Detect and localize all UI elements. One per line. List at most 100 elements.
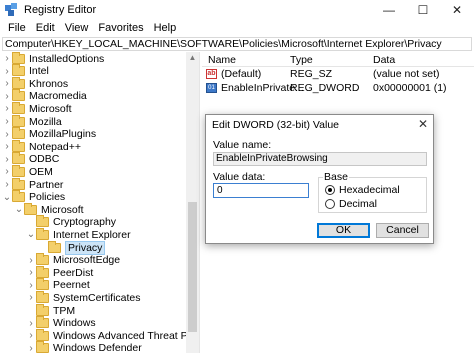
value-type: REG_SZ: [290, 68, 333, 80]
tree-item[interactable]: › InstalledOptions: [2, 52, 104, 65]
base-group: Base Hexadecimal Decimal: [318, 171, 427, 213]
tree-item[interactable]: › Windows: [26, 316, 96, 330]
chevron-down-icon[interactable]: ⌄: [2, 192, 12, 203]
tree-item[interactable]: › Windows Advanced Threat Protection: [26, 328, 199, 342]
hexadecimal-radio[interactable]: [325, 185, 335, 195]
tree-item[interactable]: › Intel: [2, 64, 49, 78]
tree-item[interactable]: › SystemCertificates: [26, 290, 141, 304]
folder-icon: [36, 341, 49, 353]
tree-item[interactable]: › ODBC: [2, 152, 60, 166]
chevron-right-icon[interactable]: ›: [2, 66, 12, 77]
chevron-right-icon[interactable]: ›: [2, 154, 12, 165]
maximize-button[interactable]: ☐: [406, 0, 440, 20]
tree-item[interactable]: TPM: [26, 303, 75, 317]
chevron-right-icon[interactable]: ›: [26, 267, 36, 278]
title-bar: Registry Editor — ☐ ✕: [0, 0, 474, 20]
column-type[interactable]: Type: [290, 54, 313, 66]
tree-item[interactable]: › Microsoft: [2, 101, 72, 115]
chevron-right-icon[interactable]: ›: [26, 280, 36, 291]
menu-view[interactable]: View: [60, 22, 94, 34]
tree-item[interactable]: › OEM: [2, 164, 53, 178]
chevron-right-icon[interactable]: ›: [2, 103, 12, 114]
tree-item-label: Mozilla: [29, 115, 62, 128]
string-value-icon: ab: [206, 69, 217, 79]
tree-item[interactable]: › PeerDist: [26, 265, 94, 279]
folder-icon: [36, 328, 49, 341]
tree-item-label: Windows Advanced Threat Protection: [53, 329, 199, 342]
tree-item[interactable]: ⌄ Internet Explorer: [26, 227, 131, 241]
menu-file[interactable]: File: [3, 22, 31, 34]
dialog-close-icon[interactable]: ✕: [418, 117, 428, 131]
tree-item[interactable]: › Mozilla: [2, 114, 62, 128]
folder-icon: [12, 101, 25, 114]
tree-item-label: OEM: [29, 165, 53, 178]
chevron-right-icon[interactable]: ›: [2, 91, 12, 102]
chevron-right-icon[interactable]: ›: [2, 129, 12, 140]
menu-help[interactable]: Help: [149, 22, 182, 34]
tree-item-label: ODBC: [29, 153, 60, 166]
value-row[interactable]: ab (Default) REG_SZ (value not set): [202, 68, 474, 81]
chevron-right-icon[interactable]: ›: [26, 318, 36, 329]
chevron-right-icon[interactable]: ›: [2, 53, 12, 64]
column-name[interactable]: Name: [208, 54, 236, 66]
ok-button[interactable]: OK: [317, 223, 370, 238]
folder-icon: [48, 240, 61, 253]
column-data[interactable]: Data: [373, 54, 395, 66]
chevron-right-icon[interactable]: ›: [26, 330, 36, 341]
tree-item[interactable]: Cryptography: [26, 215, 116, 229]
value-row[interactable]: 01 EnableInPrivate... REG_DWORD 0x000000…: [202, 82, 474, 95]
tree-item-label: PeerDist: [53, 266, 94, 279]
tree-item[interactable]: › Notepad++: [2, 139, 81, 153]
scroll-up-arrow-icon[interactable]: ▲: [186, 52, 199, 64]
hexadecimal-option[interactable]: Hexadecimal: [325, 184, 400, 196]
tree-item[interactable]: ⌄ Policies: [2, 190, 65, 204]
tree-item[interactable]: › MozillaPlugins: [2, 127, 97, 141]
tree-item[interactable]: ⌄ Microsoft: [14, 202, 84, 216]
tree-item[interactable]: › Peernet: [26, 278, 90, 292]
value-type: REG_DWORD: [290, 82, 360, 94]
chevron-right-icon[interactable]: ›: [2, 116, 12, 127]
tree-item[interactable]: Privacy: [38, 240, 106, 255]
tree-scrollbar[interactable]: ▲: [186, 52, 199, 353]
tree-item[interactable]: › Khronos: [2, 76, 68, 90]
chevron-right-icon[interactable]: ›: [2, 179, 12, 190]
folder-icon: [36, 303, 49, 316]
cancel-button[interactable]: Cancel: [376, 223, 429, 238]
decimal-option[interactable]: Decimal: [325, 198, 377, 210]
value-data-input[interactable]: 0: [213, 183, 309, 198]
decimal-radio[interactable]: [325, 199, 335, 209]
scroll-thumb[interactable]: [188, 202, 197, 332]
folder-icon: [12, 177, 25, 190]
chevron-right-icon[interactable]: ›: [2, 141, 12, 152]
tree-item-label: Windows: [53, 317, 96, 330]
tree-item-label: InstalledOptions: [29, 52, 105, 65]
tree-item[interactable]: › Macromedia: [2, 89, 87, 103]
menu-edit[interactable]: Edit: [31, 22, 60, 34]
menu-bar: File Edit View Favorites Help: [0, 20, 474, 36]
chevron-right-icon[interactable]: ›: [26, 255, 36, 266]
tree-item[interactable]: › Windows Defender: [26, 341, 142, 353]
folder-icon: [12, 76, 25, 89]
chevron-right-icon[interactable]: ›: [26, 292, 36, 303]
close-button[interactable]: ✕: [440, 0, 474, 20]
value-name: (Default): [221, 68, 262, 80]
chevron-down-icon[interactable]: ⌄: [14, 204, 24, 215]
tree-item[interactable]: › MicrosoftEdge: [26, 253, 120, 267]
value-data-label: Value data:: [213, 171, 266, 183]
menu-favorites[interactable]: Favorites: [93, 22, 148, 34]
chevron-down-icon[interactable]: ⌄: [26, 229, 36, 240]
folder-icon: [12, 152, 25, 165]
folder-icon: [12, 52, 25, 64]
binary-value-icon: 01: [206, 83, 217, 93]
tree-item-label: MozillaPlugins: [29, 128, 97, 141]
chevron-right-icon[interactable]: ›: [2, 78, 12, 89]
chevron-right-icon[interactable]: ›: [2, 166, 12, 177]
folder-icon: [36, 265, 49, 278]
address-bar[interactable]: Computer\HKEY_LOCAL_MACHINE\SOFTWARE\Pol…: [2, 37, 472, 51]
minimize-button[interactable]: —: [372, 0, 406, 20]
tree-item[interactable]: › Partner: [2, 177, 63, 191]
chevron-right-icon[interactable]: ›: [26, 343, 36, 353]
tree-item-label: Macromedia: [29, 90, 87, 103]
base-label: Base: [323, 171, 349, 183]
folder-icon: [12, 139, 25, 152]
